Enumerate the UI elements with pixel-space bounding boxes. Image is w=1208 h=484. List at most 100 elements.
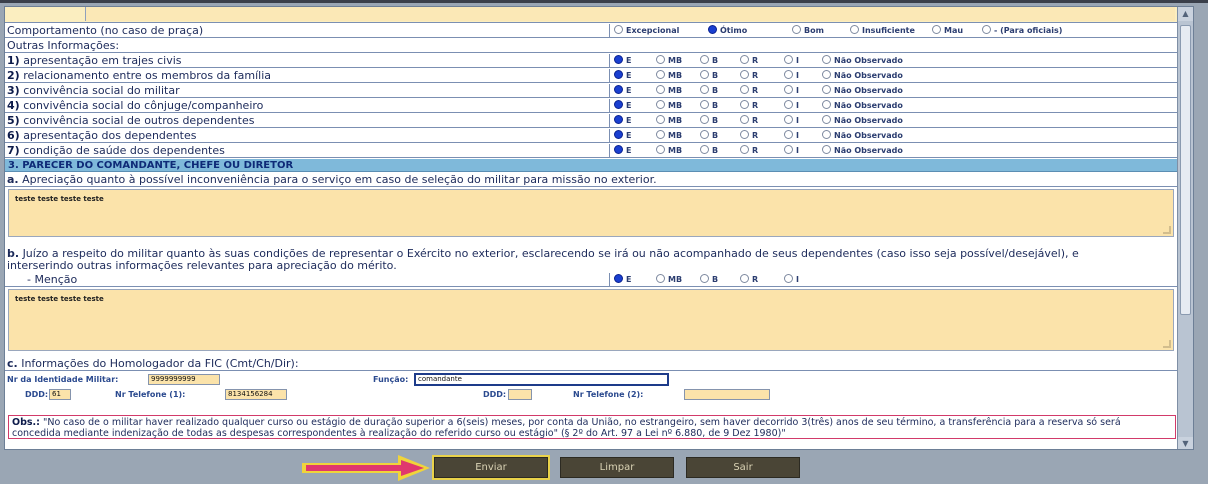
radio-circle-icon bbox=[700, 115, 709, 124]
radio-option[interactable]: E bbox=[614, 84, 631, 98]
enviar-button[interactable]: Enviar bbox=[434, 457, 548, 478]
radio-option[interactable]: R bbox=[740, 129, 758, 143]
radio-option[interactable]: B bbox=[700, 129, 718, 143]
comportamento-options: Excepcional Ótimo Bom Insuficiente Mau -… bbox=[609, 24, 1179, 38]
radio-comportamento-oficiais[interactable]: - (Para oficiais) bbox=[982, 24, 1062, 38]
radio-option[interactable]: B bbox=[700, 54, 718, 68]
radio-option[interactable]: E bbox=[614, 99, 631, 113]
radio-comportamento-excepcional[interactable]: Excepcional bbox=[614, 24, 679, 38]
radio-option[interactable]: B bbox=[700, 69, 718, 83]
radio-circle-icon bbox=[784, 70, 793, 79]
radio-option[interactable]: R bbox=[740, 84, 758, 98]
radio-option[interactable]: B bbox=[700, 84, 718, 98]
radio-circle-icon bbox=[784, 55, 793, 64]
radio-checked-icon bbox=[708, 25, 717, 34]
outras-info-item-row: 6) apresentação dos dependentes E MB B R I Não… bbox=[5, 129, 1179, 143]
section-parecer-title: 3. PARECER DO COMANDANTE, CHEFE OU DIRET… bbox=[8, 160, 294, 171]
radio-option[interactable]: MB bbox=[656, 99, 682, 113]
outras-info-label: Outras Informações: bbox=[7, 39, 120, 52]
form-frame: Comportamento (no caso de praça) Excepci… bbox=[4, 6, 1194, 450]
funcao-label: Função: bbox=[373, 375, 409, 384]
radio-mencao-option[interactable]: MB bbox=[656, 273, 682, 287]
radio-option[interactable]: Não Observado bbox=[822, 54, 903, 68]
radio-option[interactable]: MB bbox=[656, 69, 682, 83]
outras-info-item-label: 3) convivência social do militar bbox=[7, 84, 180, 97]
radio-option[interactable]: E bbox=[614, 69, 631, 83]
radio-option[interactable]: I bbox=[784, 99, 799, 113]
radio-option[interactable]: R bbox=[740, 99, 758, 113]
telefone2-input[interactable] bbox=[684, 389, 770, 400]
scroll-up-icon[interactable]: ▲ bbox=[1178, 7, 1193, 21]
radio-option[interactable]: R bbox=[740, 144, 758, 158]
resize-grip-icon[interactable] bbox=[1163, 340, 1171, 348]
radio-option[interactable]: E bbox=[614, 114, 631, 128]
radio-option[interactable]: B bbox=[700, 114, 718, 128]
funcao-input[interactable]: comandante bbox=[414, 373, 669, 386]
radio-circle-icon bbox=[822, 145, 831, 154]
previous-field-textarea[interactable] bbox=[85, 7, 1175, 21]
radio-comportamento-mau[interactable]: Mau bbox=[932, 24, 963, 38]
radio-option[interactable]: Não Observado bbox=[822, 129, 903, 143]
radio-circle-icon bbox=[700, 274, 709, 283]
radio-mencao-option[interactable]: R bbox=[740, 273, 758, 287]
radio-option[interactable]: E bbox=[614, 54, 631, 68]
scroll-down-icon[interactable]: ▼ bbox=[1178, 437, 1193, 449]
parecer-a-label: a. Apreciação quanto à possível inconven… bbox=[7, 173, 657, 186]
radio-circle-icon bbox=[700, 70, 709, 79]
radio-option[interactable]: R bbox=[740, 54, 758, 68]
ddd2-input[interactable] bbox=[508, 389, 532, 400]
scrollbar-thumb[interactable] bbox=[1180, 25, 1191, 315]
radio-option[interactable]: Não Observado bbox=[822, 114, 903, 128]
radio-option[interactable]: R bbox=[740, 69, 758, 83]
vertical-scrollbar[interactable]: ▲ ▼ bbox=[1177, 7, 1193, 449]
radio-circle-icon bbox=[982, 25, 991, 34]
radio-circle-icon bbox=[784, 145, 793, 154]
ddd1-input[interactable]: 61 bbox=[49, 389, 71, 400]
radio-mencao-option[interactable]: E bbox=[614, 273, 631, 287]
radio-option[interactable]: E bbox=[614, 129, 631, 143]
radio-option[interactable]: Não Observado bbox=[822, 144, 903, 158]
radio-option[interactable]: I bbox=[784, 84, 799, 98]
identidade-input[interactable]: 9999999999 bbox=[148, 374, 220, 385]
radio-comportamento-bom[interactable]: Bom bbox=[792, 24, 824, 38]
radio-option[interactable]: Não Observado bbox=[822, 69, 903, 83]
radio-option[interactable]: MB bbox=[656, 129, 682, 143]
radio-option[interactable]: Não Observado bbox=[822, 99, 903, 113]
radio-option[interactable]: I bbox=[784, 69, 799, 83]
radio-comportamento-otimo[interactable]: Ótimo bbox=[708, 24, 747, 38]
resize-grip-icon[interactable] bbox=[1163, 226, 1171, 234]
outras-info-item-options: E MB B R I Não Observado bbox=[609, 84, 1179, 98]
radio-option[interactable]: I bbox=[784, 54, 799, 68]
radio-mencao-option[interactable]: B bbox=[700, 273, 718, 287]
radio-option[interactable]: E bbox=[614, 144, 631, 158]
fic-form: Comportamento (no caso de praça) Excepci… bbox=[5, 7, 1179, 449]
radio-option[interactable]: R bbox=[740, 114, 758, 128]
radio-option[interactable]: I bbox=[784, 144, 799, 158]
radio-option[interactable]: MB bbox=[656, 114, 682, 128]
radio-option[interactable]: MB bbox=[656, 84, 682, 98]
parecer-b-textarea[interactable]: teste teste teste teste bbox=[8, 289, 1174, 351]
radio-option[interactable]: B bbox=[700, 99, 718, 113]
radio-circle-icon bbox=[656, 145, 665, 154]
parecer-a-textarea[interactable]: teste teste teste teste bbox=[8, 189, 1174, 237]
radio-circle-icon bbox=[784, 115, 793, 124]
limpar-button[interactable]: Limpar bbox=[560, 457, 674, 478]
previous-field-strip bbox=[5, 7, 1179, 23]
radio-circle-icon bbox=[792, 25, 801, 34]
sair-button[interactable]: Sair bbox=[686, 457, 800, 478]
radio-option[interactable]: B bbox=[700, 144, 718, 158]
radio-comportamento-insuficiente[interactable]: Insuficiente bbox=[850, 24, 915, 38]
ddd2-label: DDD: bbox=[483, 390, 507, 399]
radio-option[interactable]: I bbox=[784, 114, 799, 128]
section-parecer-header: 3. PARECER DO COMANDANTE, CHEFE OU DIRET… bbox=[5, 159, 1179, 172]
radio-option[interactable]: Não Observado bbox=[822, 84, 903, 98]
radio-circle-icon bbox=[700, 55, 709, 64]
radio-circle-icon bbox=[700, 85, 709, 94]
telefone1-input[interactable]: 8134156284 bbox=[225, 389, 287, 400]
radio-option[interactable]: MB bbox=[656, 144, 682, 158]
radio-mencao-option[interactable]: I bbox=[784, 273, 799, 287]
radio-option[interactable]: MB bbox=[656, 54, 682, 68]
radio-option[interactable]: I bbox=[784, 129, 799, 143]
outras-info-item-label: 2) relacionamento entre os membros da fa… bbox=[7, 69, 272, 82]
radio-circle-icon bbox=[656, 55, 665, 64]
